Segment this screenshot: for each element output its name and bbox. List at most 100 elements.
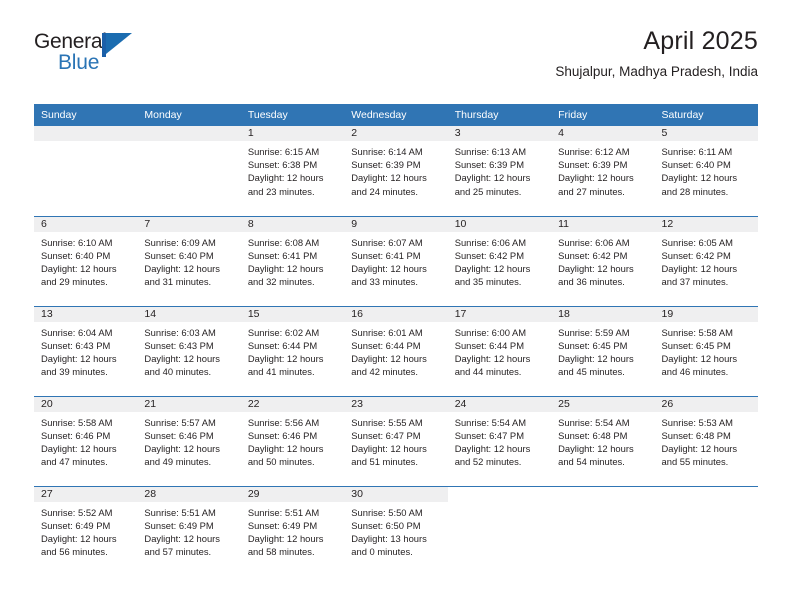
daylight-text-line1: Daylight: 12 hours: [247, 442, 324, 454]
calendar-day-cell[interactable]: 1 Sunrise: 6:15 AM Sunset: 6:38 PM Daylight…: [240, 126, 345, 217]
day-number: 6: [34, 216, 138, 232]
daylight-text-line2: and 44 minutes.: [454, 366, 522, 378]
day-number: 5: [654, 126, 758, 141]
calendar-day-cell[interactable]: 9 Sunrise: 6:07 AM Sunset: 6:41 PM Daylight…: [344, 216, 448, 307]
calendar-day-cell[interactable]: 19 Sunrise: 5:58 AM Sunset: 6:45 PM Dayligh…: [654, 306, 758, 397]
calendar-day-cell[interactable]: 10 Sunrise: 6:06 AM Sunset: 6:42 PM Dayligh…: [447, 216, 552, 307]
day-number: 17: [447, 306, 552, 322]
calendar-day-cell[interactable]: 28 Sunrise: 5:51 AM Sunset: 6:49 PM Dayligh…: [137, 486, 241, 576]
daylight-text-line2: and 0 minutes.: [351, 546, 413, 558]
title-block: April 2025 Shujalpur, Madhya Pradesh, In…: [555, 26, 758, 81]
sunset-text: Sunset: 6:38 PM: [247, 159, 318, 171]
daylight-text-line1: Daylight: 12 hours: [351, 442, 427, 454]
calendar-day-cell[interactable]: 29 Sunrise: 5:51 AM Sunset: 6:49 PM Dayligh…: [240, 486, 345, 576]
day-details: Sunrise: 5:59 AM Sunset: 6:45 PM Daylight:…: [551, 322, 654, 379]
weekday-header-thursday: Thursday: [447, 104, 552, 126]
calendar-day-cell[interactable]: 11 Sunrise: 6:06 AM Sunset: 6:42 PM Dayligh…: [551, 216, 655, 307]
daylight-text-line1: Daylight: 12 hours: [41, 442, 117, 454]
day-number: 30: [344, 486, 448, 502]
calendar-day-cell[interactable]: 23 Sunrise: 5:55 AM Sunset: 6:47 PM Dayligh…: [344, 396, 448, 487]
sunrise-text: Sunrise: 5:56 AM: [247, 416, 320, 428]
calendar-day-cell[interactable]: 18 Sunrise: 5:59 AM Sunset: 6:45 PM Dayligh…: [551, 306, 655, 397]
calendar-grid-container: Sunday Monday Tuesday Wednesday Thursday…: [34, 104, 758, 576]
day-number: 27: [34, 486, 138, 502]
calendar-empty-cell: [447, 486, 552, 576]
day-number: [551, 486, 655, 502]
daylight-text-line2: and 28 minutes.: [661, 185, 729, 197]
day-number: [447, 486, 552, 502]
day-number: 23: [344, 396, 448, 412]
day-number: [34, 126, 138, 141]
sunset-text: Sunset: 6:44 PM: [454, 339, 524, 351]
day-number: 21: [137, 396, 241, 412]
sunset-text: Sunset: 6:45 PM: [558, 339, 628, 351]
day-number: 8: [240, 216, 345, 232]
calendar-day-cell[interactable]: 13 Sunrise: 6:04 AM Sunset: 6:43 PM Dayligh…: [34, 306, 138, 397]
daylight-text-line2: and 33 minutes.: [351, 276, 418, 288]
sunrise-text: Sunrise: 6:00 AM: [454, 326, 527, 338]
daylight-text-line1: Daylight: 12 hours: [661, 172, 738, 184]
calendar-day-cell[interactable]: 30 Sunrise: 5:50 AM Sunset: 6:50 PM Dayligh…: [344, 486, 448, 576]
brand-name-general: General: [34, 30, 107, 53]
sunset-text: Sunset: 6:50 PM: [351, 519, 421, 531]
calendar-day-cell[interactable]: 2 Sunrise: 6:14 AM Sunset: 6:39 PM Daylight…: [344, 126, 448, 217]
daylight-text-line1: Daylight: 12 hours: [558, 262, 634, 274]
daylight-text-line1: Daylight: 12 hours: [41, 262, 117, 274]
sunrise-text: Sunrise: 5:54 AM: [558, 416, 630, 428]
calendar-day-cell[interactable]: 7 Sunrise: 6:09 AM Sunset: 6:40 PM Daylight…: [137, 216, 241, 307]
daylight-text-line1: Daylight: 12 hours: [454, 172, 531, 184]
day-number: 14: [137, 306, 241, 322]
day-details: Sunrise: 5:57 AM Sunset: 6:46 PM Daylight:…: [137, 412, 240, 469]
sunrise-text: Sunrise: 5:59 AM: [558, 326, 630, 338]
day-details: Sunrise: 6:07 AM Sunset: 6:41 PM Daylight:…: [344, 232, 447, 289]
calendar-day-cell[interactable]: 17 Sunrise: 6:00 AM Sunset: 6:44 PM Dayligh…: [447, 306, 552, 397]
calendar-day-cell[interactable]: 8 Sunrise: 6:08 AM Sunset: 6:41 PM Daylight…: [240, 216, 345, 307]
calendar-day-cell[interactable]: 20 Sunrise: 5:58 AM Sunset: 6:46 PM Dayligh…: [34, 396, 138, 487]
daylight-text-line1: Daylight: 12 hours: [247, 262, 324, 274]
day-details: Sunrise: 6:13 AM Sunset: 6:39 PM Daylight:…: [448, 141, 551, 198]
day-number: 4: [551, 126, 655, 141]
day-number: 19: [654, 306, 758, 322]
calendar-day-cell[interactable]: 15 Sunrise: 6:02 AM Sunset: 6:44 PM Dayligh…: [240, 306, 345, 397]
calendar-day-cell[interactable]: 14 Sunrise: 6:03 AM Sunset: 6:43 PM Dayligh…: [137, 306, 241, 397]
calendar-day-cell[interactable]: 16 Sunrise: 6:01 AM Sunset: 6:44 PM Dayligh…: [344, 306, 448, 397]
daylight-text-line1: Daylight: 12 hours: [661, 352, 738, 364]
calendar-day-cell[interactable]: 12 Sunrise: 6:05 AM Sunset: 6:42 PM Dayligh…: [654, 216, 758, 307]
sunrise-text: Sunrise: 6:01 AM: [351, 326, 423, 338]
sunset-text: Sunset: 6:49 PM: [247, 519, 318, 531]
weekday-header-saturday: Saturday: [654, 104, 758, 126]
sunset-text: Sunset: 6:41 PM: [351, 249, 421, 261]
daylight-text-line1: Daylight: 13 hours: [351, 532, 427, 544]
calendar-day-cell[interactable]: 5 Sunrise: 6:11 AM Sunset: 6:40 PM Daylight…: [654, 126, 758, 217]
calendar-day-cell[interactable]: 25 Sunrise: 5:54 AM Sunset: 6:48 PM Dayligh…: [551, 396, 655, 487]
day-number: [654, 486, 758, 502]
calendar-day-cell[interactable]: 26 Sunrise: 5:53 AM Sunset: 6:48 PM Dayligh…: [654, 396, 758, 487]
daylight-text-line1: Daylight: 12 hours: [247, 532, 324, 544]
brand-logo[interactable]: General Blue: [34, 31, 154, 77]
blue-flag-triangle-icon: [102, 33, 132, 57]
calendar-day-cell[interactable]: 24 Sunrise: 5:54 AM Sunset: 6:47 PM Dayligh…: [447, 396, 552, 487]
calendar-day-cell[interactable]: 22 Sunrise: 5:56 AM Sunset: 6:46 PM Dayligh…: [240, 396, 345, 487]
daylight-text-line2: and 41 minutes.: [247, 366, 315, 378]
day-details: Sunrise: 6:05 AM Sunset: 6:42 PM Daylight:…: [655, 232, 758, 289]
flag-triangle-shape: [106, 33, 132, 54]
day-details: Sunrise: 5:58 AM Sunset: 6:46 PM Daylight:…: [34, 412, 137, 469]
sunrise-text: Sunrise: 6:07 AM: [351, 236, 423, 248]
sunrise-text: Sunrise: 5:51 AM: [144, 506, 216, 518]
day-details: Sunrise: 5:50 AM Sunset: 6:50 PM Daylight:…: [344, 502, 447, 559]
calendar-day-cell[interactable]: 3 Sunrise: 6:13 AM Sunset: 6:39 PM Daylight…: [447, 126, 552, 217]
calendar-day-cell[interactable]: 4 Sunrise: 6:12 AM Sunset: 6:39 PM Daylight…: [551, 126, 655, 217]
day-details: Sunrise: 6:03 AM Sunset: 6:43 PM Daylight:…: [137, 322, 240, 379]
daylight-text-line1: Daylight: 12 hours: [454, 262, 531, 274]
calendar-day-cell[interactable]: 21 Sunrise: 5:57 AM Sunset: 6:46 PM Dayligh…: [137, 396, 241, 487]
calendar-day-cell[interactable]: 27 Sunrise: 5:52 AM Sunset: 6:49 PM Dayligh…: [34, 486, 138, 576]
daylight-text-line2: and 56 minutes.: [41, 546, 108, 558]
daylight-text-line2: and 45 minutes.: [558, 366, 625, 378]
calendar-week-row: 20 Sunrise: 5:58 AM Sunset: 6:46 PM Dayligh…: [34, 396, 758, 487]
daylight-text-line2: and 54 minutes.: [558, 456, 625, 468]
sunset-text: Sunset: 6:46 PM: [41, 429, 111, 441]
calendar-table: Sunday Monday Tuesday Wednesday Thursday…: [34, 104, 758, 576]
daylight-text-line2: and 40 minutes.: [144, 366, 212, 378]
calendar-day-cell[interactable]: 6 Sunrise: 6:10 AM Sunset: 6:40 PM Daylight…: [34, 216, 138, 307]
sunrise-text: Sunrise: 6:09 AM: [144, 236, 216, 248]
